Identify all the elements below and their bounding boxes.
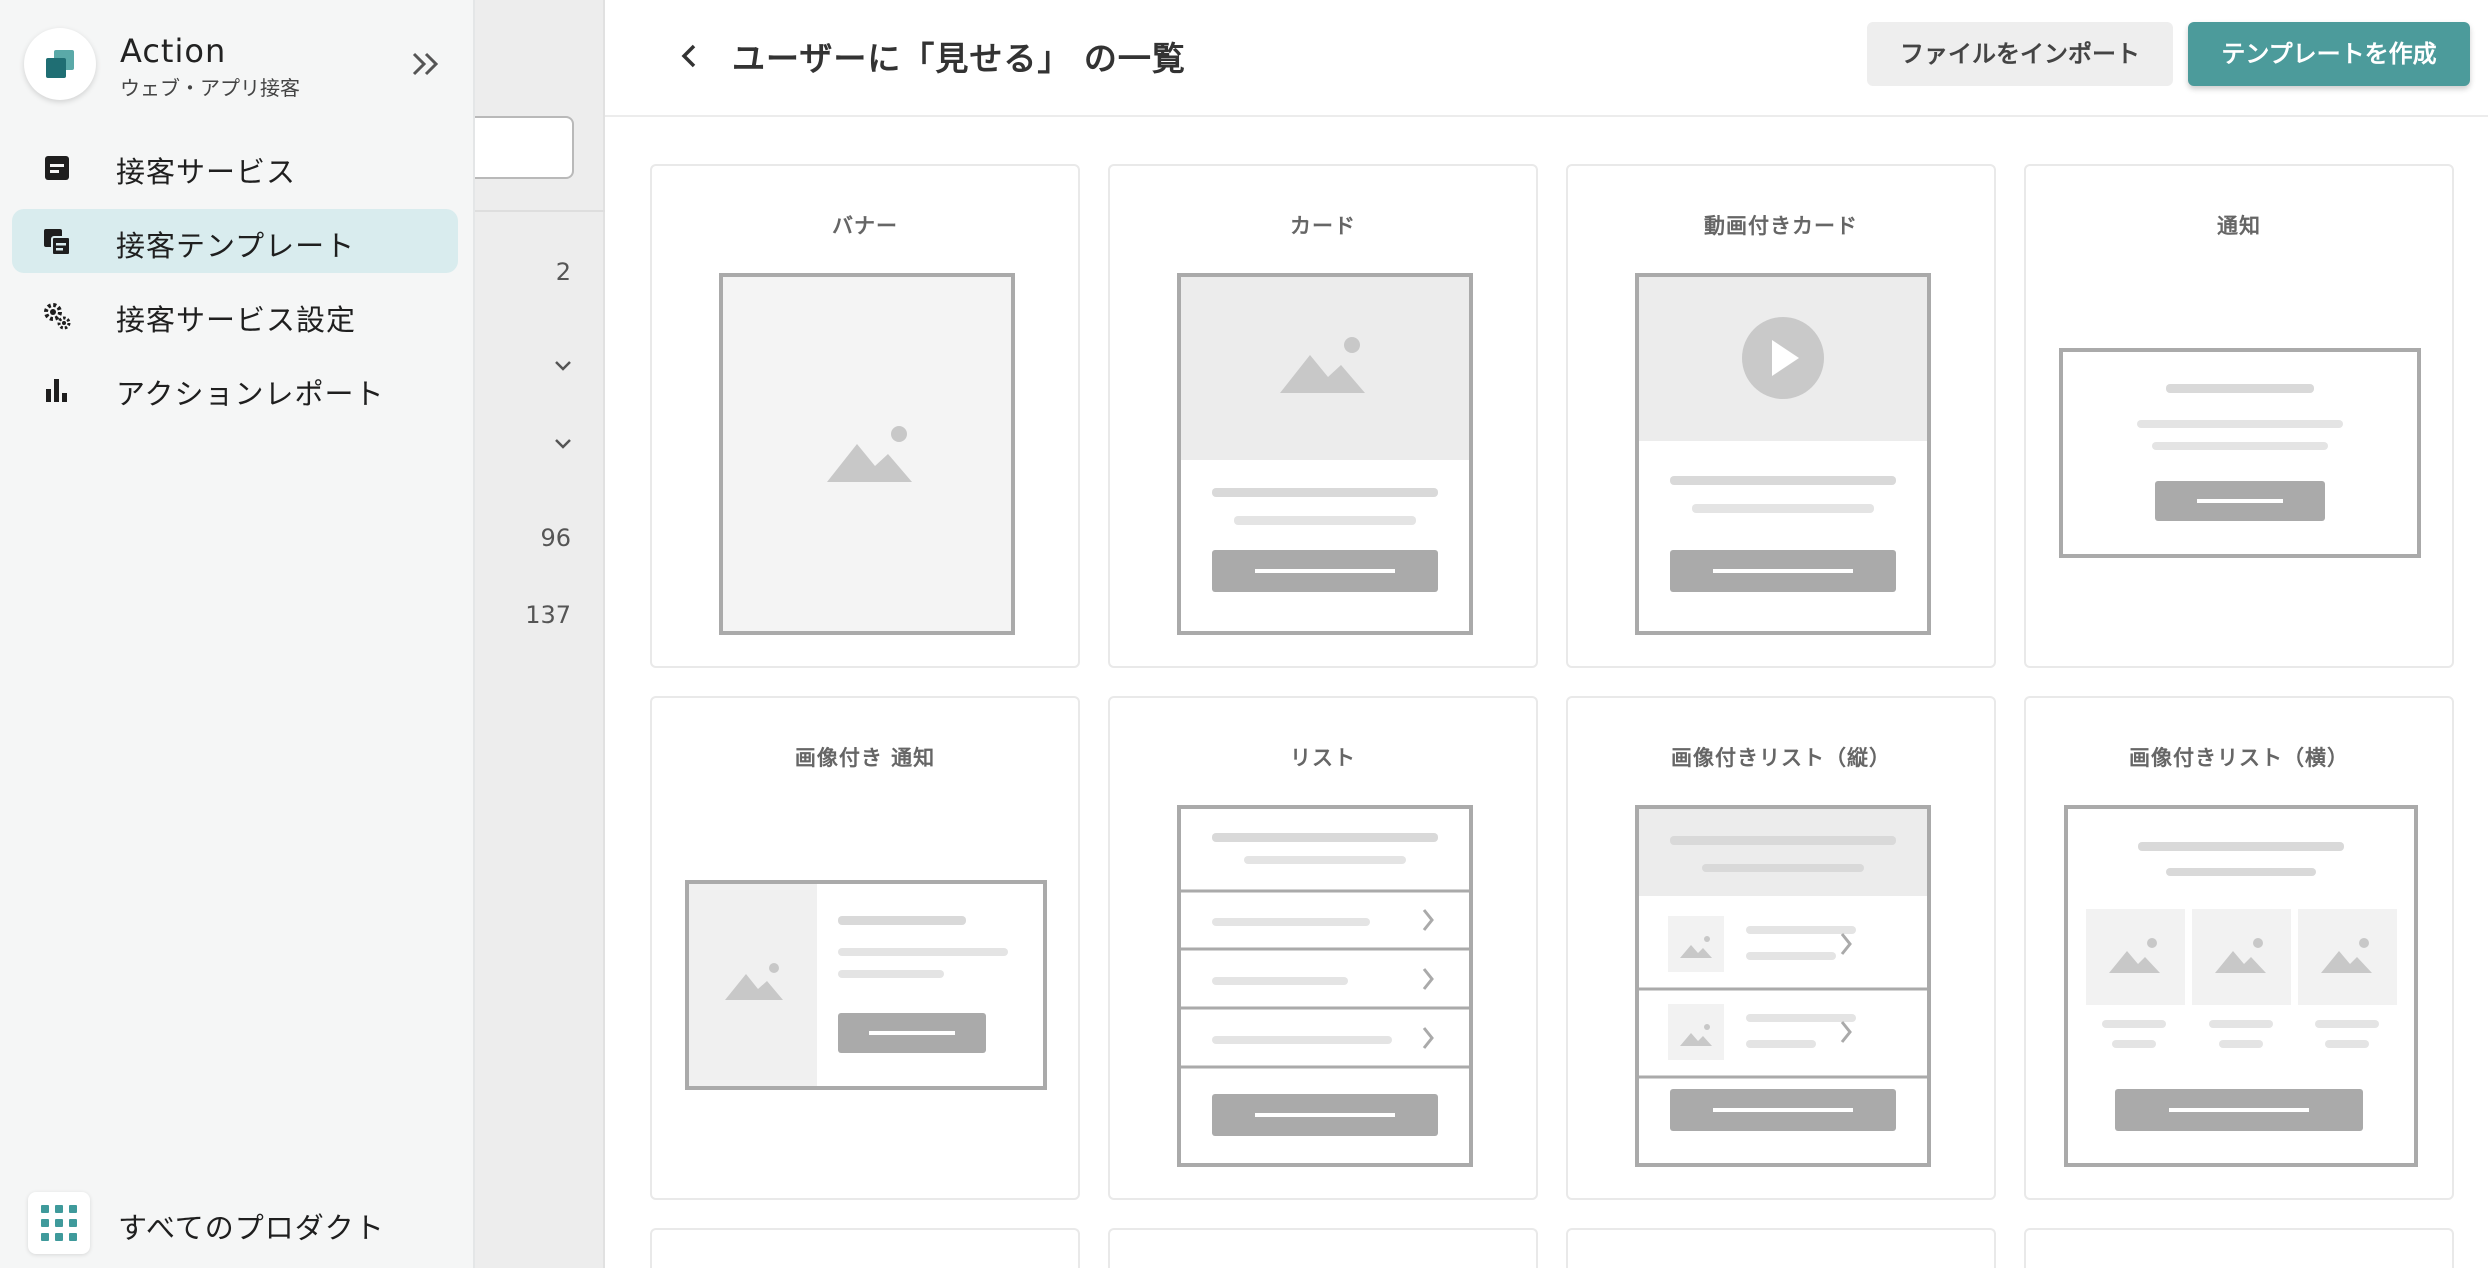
service-doc-icon bbox=[45, 156, 69, 180]
template-card-label: 画像付きリスト（縦） bbox=[1671, 746, 1891, 770]
main-content: ユーザーに「見せる」 の一覧 ファイルをインポート テンプレートを作成 バナー bbox=[605, 0, 2488, 1268]
template-card-banner[interactable]: バナー bbox=[650, 164, 1080, 668]
image-notification-preview bbox=[685, 880, 1047, 1090]
side-navigation: Action ウェブ・アプリ接客 接客サービス 接客テンプレート 接客サービス設… bbox=[0, 0, 475, 1268]
back-button[interactable] bbox=[667, 34, 711, 78]
divider bbox=[475, 210, 605, 212]
template-card[interactable] bbox=[1566, 1228, 1996, 1268]
image-list-horizontal-preview bbox=[2064, 805, 2418, 1167]
template-card-label: カード bbox=[1290, 214, 1356, 238]
app-subtitle: ウェブ・アプリ接客 bbox=[120, 76, 300, 100]
app-title: Action bbox=[120, 32, 227, 70]
nav-item-service-settings[interactable]: 接客サービス設定 bbox=[12, 283, 458, 347]
template-card-label: バナー bbox=[832, 214, 898, 238]
template-card-video-card[interactable]: 動画付きカード bbox=[1566, 164, 1996, 668]
chevron-left-icon bbox=[681, 44, 696, 68]
category-count: 96 bbox=[540, 524, 571, 552]
action-logo-icon bbox=[24, 28, 96, 100]
template-card[interactable] bbox=[1108, 1228, 1538, 1268]
template-card[interactable] bbox=[650, 1228, 1080, 1268]
collapse-nav-button[interactable] bbox=[404, 42, 448, 86]
bar-chart-icon bbox=[46, 379, 67, 402]
template-card-label: 通知 bbox=[2217, 214, 2261, 238]
template-card[interactable] bbox=[2024, 1228, 2454, 1268]
chevron-down-icon[interactable] bbox=[551, 432, 575, 456]
category-count: 2 bbox=[555, 258, 571, 286]
template-card-label: 動画付きカード bbox=[1704, 214, 1858, 238]
template-card-label: 画像付き 通知 bbox=[794, 746, 936, 770]
page-header: ユーザーに「見せる」 の一覧 ファイルをインポート テンプレートを作成 bbox=[605, 0, 2488, 117]
create-template-button[interactable]: テンプレートを作成 bbox=[2188, 22, 2470, 86]
list-preview bbox=[1177, 805, 1473, 1167]
template-card-image-list-vertical[interactable]: 画像付きリスト（縦） bbox=[1566, 696, 1996, 1200]
template-card-image-notification[interactable]: 画像付き 通知 bbox=[650, 696, 1080, 1200]
double-chevron-right-icon bbox=[412, 52, 439, 76]
banner-preview bbox=[719, 273, 1015, 635]
card-preview bbox=[1177, 273, 1473, 635]
video-card-preview bbox=[1635, 273, 1931, 635]
nav-item-template[interactable]: 接客テンプレート bbox=[12, 209, 458, 273]
gears-icon bbox=[44, 303, 71, 330]
nav-item-label: 接客サービス設定 bbox=[116, 303, 357, 337]
page-title: ユーザーに「見せる」 の一覧 bbox=[732, 39, 1186, 78]
template-card-notification[interactable]: 通知 bbox=[2024, 164, 2454, 668]
nav-item-label: 接客テンプレート bbox=[116, 229, 356, 263]
import-file-button[interactable]: ファイルをインポート bbox=[1867, 22, 2173, 86]
nav-item-action-report[interactable]: アクションレポート bbox=[12, 357, 458, 421]
play-icon bbox=[1742, 317, 1824, 399]
category-search-input[interactable] bbox=[475, 116, 574, 179]
grid-dots-icon bbox=[28, 1192, 90, 1254]
chevron-down-icon[interactable] bbox=[551, 354, 575, 378]
template-card-image-list-horizontal[interactable]: 画像付きリスト（横） bbox=[2024, 696, 2454, 1200]
nav-item-label: アクションレポート bbox=[116, 377, 385, 411]
all-products-button[interactable]: すべてのプロダクト bbox=[28, 1192, 468, 1254]
template-card-label: 画像付きリスト（横） bbox=[2129, 746, 2349, 770]
template-card-label: リスト bbox=[1290, 746, 1356, 770]
nav-item-label: 接客サービス bbox=[116, 155, 297, 189]
all-products-label: すべてのプロダクト bbox=[118, 1211, 385, 1245]
template-card-card[interactable]: カード bbox=[1108, 164, 1538, 668]
category-count: 137 bbox=[525, 601, 571, 629]
notification-preview bbox=[2059, 348, 2421, 558]
image-list-vertical-preview bbox=[1635, 805, 1931, 1167]
nav-item-service[interactable]: 接客サービス bbox=[12, 135, 458, 199]
brand-header: Action ウェブ・アプリ接客 bbox=[24, 28, 464, 100]
template-card-list[interactable]: リスト bbox=[1108, 696, 1538, 1200]
category-panel: 2 96 137 bbox=[475, 0, 605, 1268]
template-icon bbox=[44, 229, 71, 256]
